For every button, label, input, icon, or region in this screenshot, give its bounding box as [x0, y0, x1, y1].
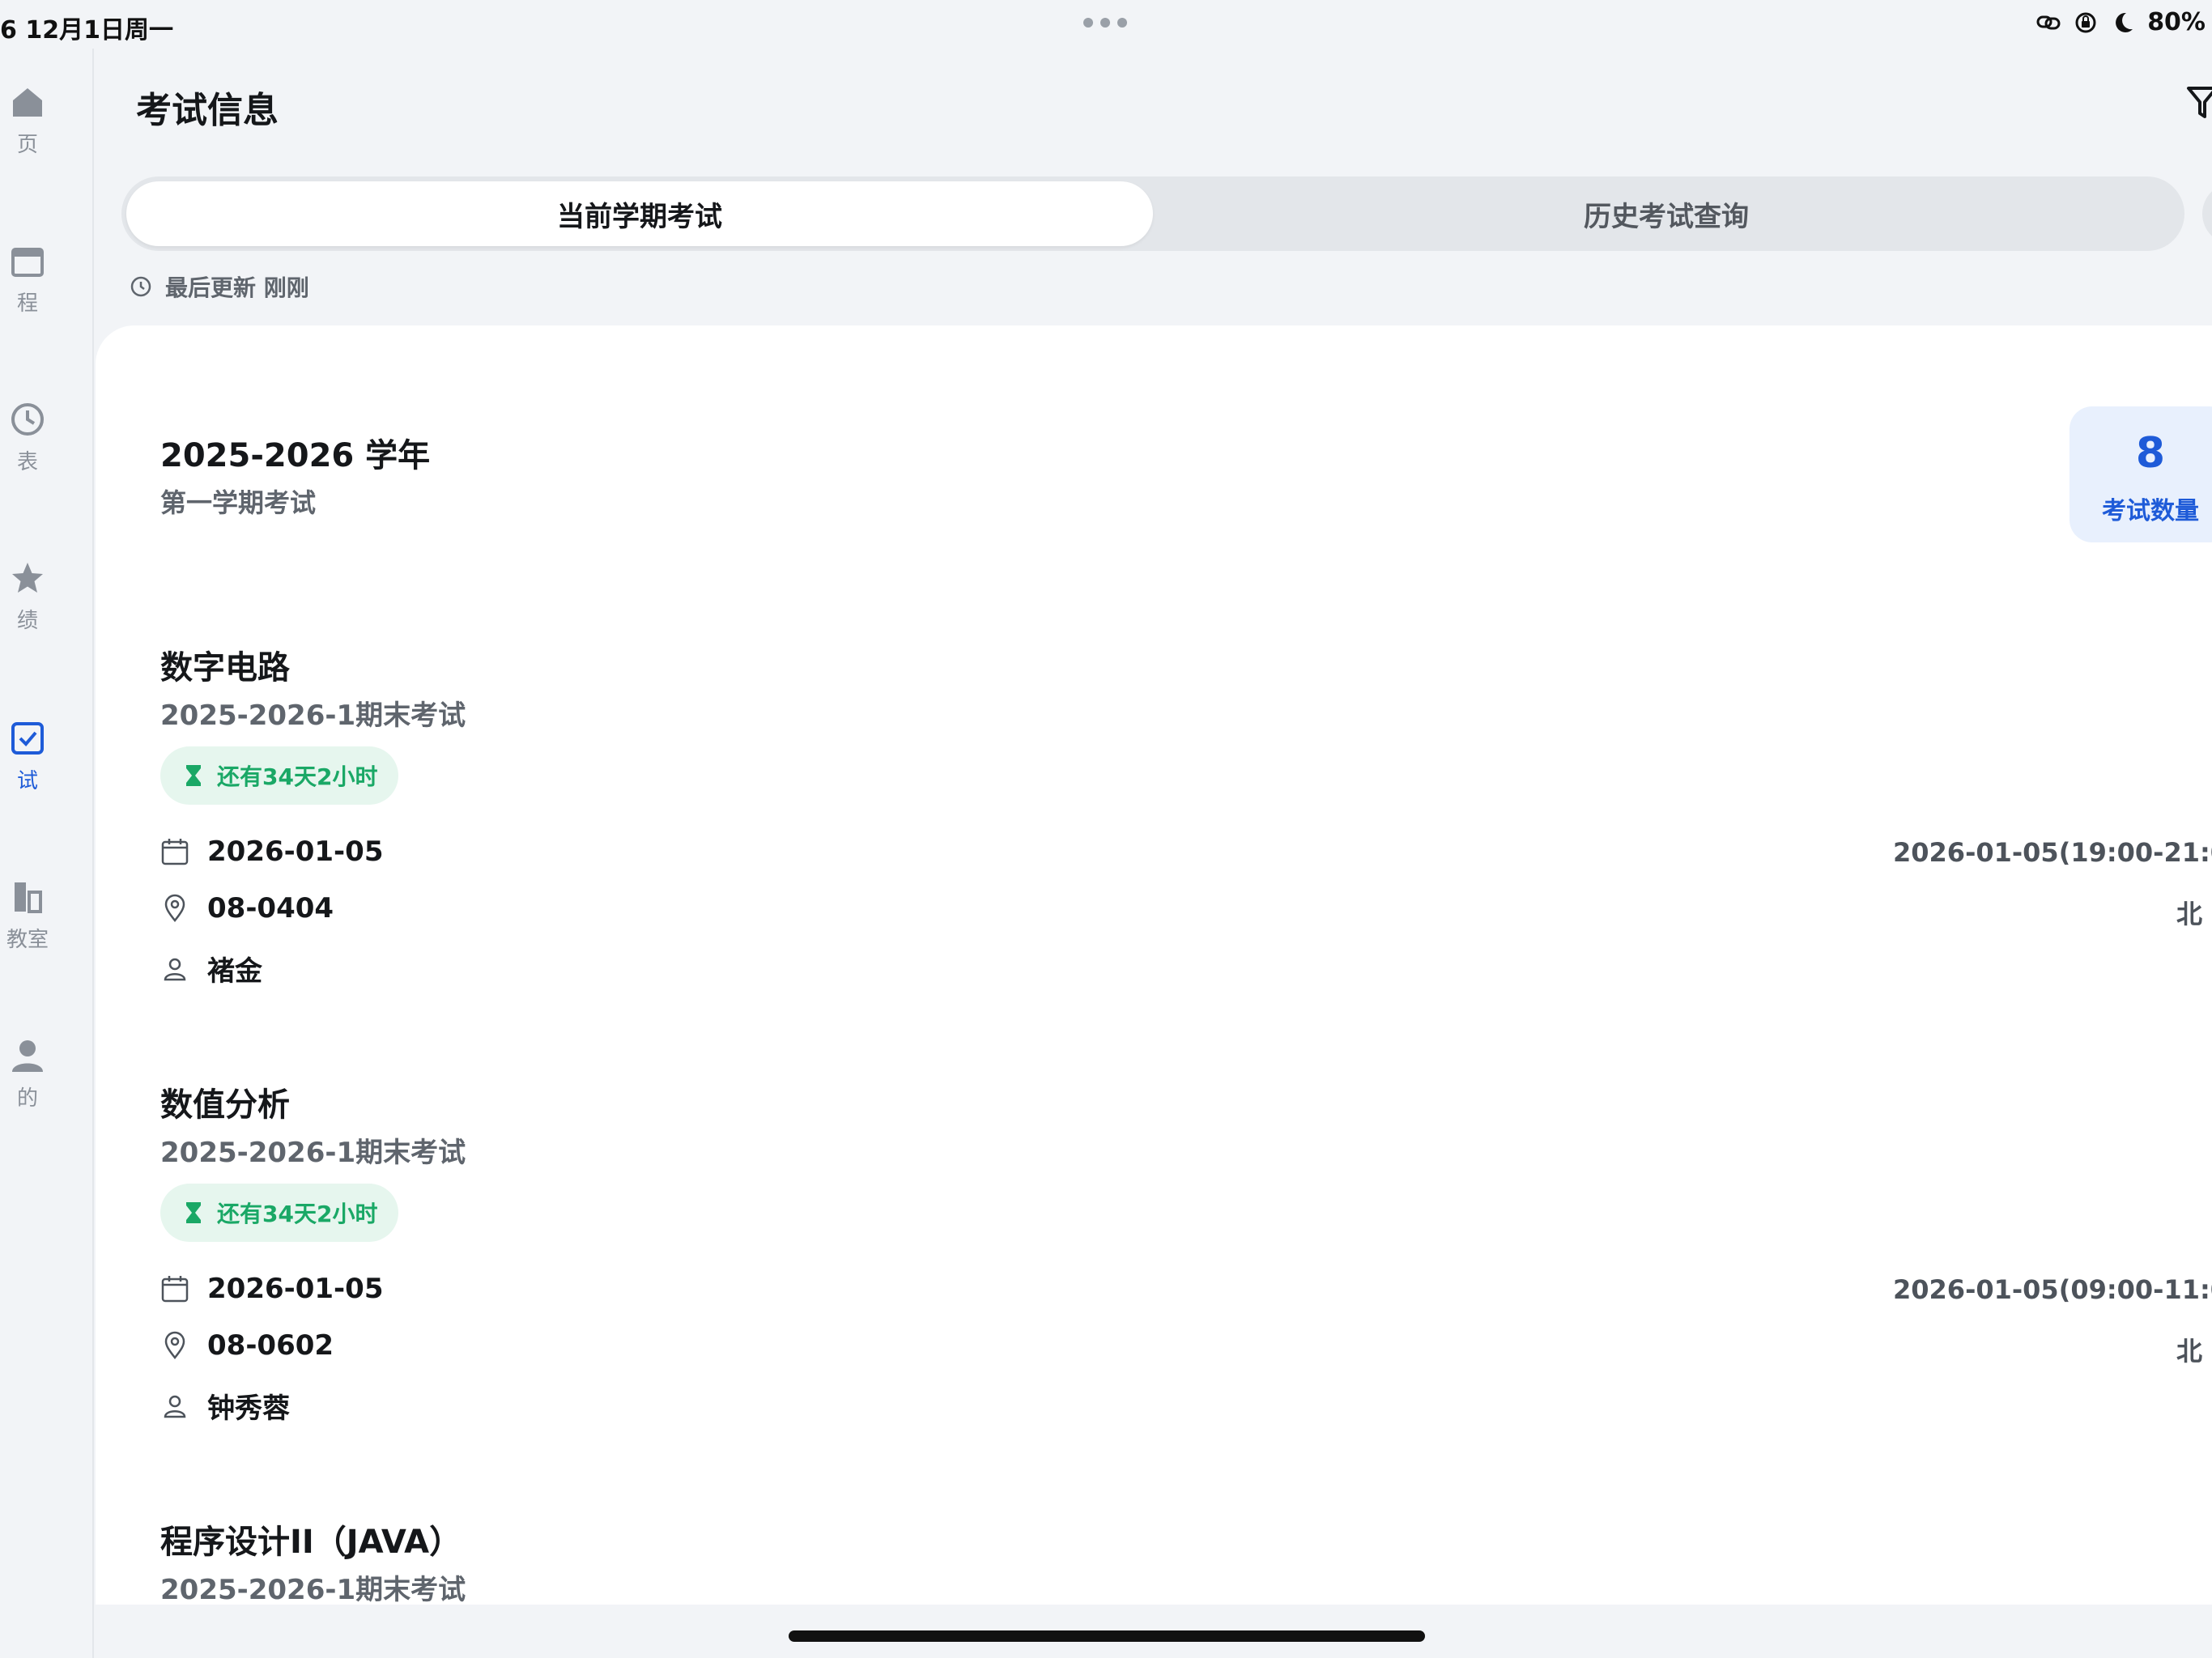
exam-campus: 北 [2176, 1336, 2203, 1367]
exam-type: 2025-2026-1期末考试 [160, 1574, 466, 1605]
clock-icon [130, 276, 151, 297]
multitasking-dots-icon[interactable] [1083, 18, 1127, 28]
hourglass-icon [186, 1202, 201, 1223]
sidebar-item-label: 的 [16, 1086, 38, 1111]
sidebar-item-profile[interactable]: 的 [0, 1038, 66, 1112]
page-title: 考试信息 [136, 90, 279, 131]
calendar-icon [11, 248, 44, 277]
exam-time-range: 2026-01-05(09:00-11:0 [1893, 1274, 2212, 1305]
term-subtitle: 第一学期考试 [160, 487, 317, 518]
sidebar-item-label: 教室 [6, 928, 49, 952]
exam-date: 2026-01-05 [207, 835, 384, 868]
filter-icon[interactable] [2186, 84, 2212, 120]
building-icon [15, 882, 42, 913]
person-icon [164, 1395, 186, 1418]
sidebar-item-timetable[interactable]: 表 [0, 402, 66, 475]
person-icon [164, 958, 186, 980]
countdown-text: 还有34天2小时 [217, 763, 378, 790]
sidebar-item-schedule[interactable]: 程 [0, 243, 66, 317]
hourglass-icon [186, 765, 201, 786]
sidebar-item-label: 页 [16, 133, 38, 157]
exam-date-row: 2026-01-05 [160, 1273, 383, 1305]
tab-overflow[interactable] [2202, 183, 2212, 244]
exam-item[interactable]: 程序设计II（JAVA） 2025-2026-1期末考试 [160, 1516, 2212, 1605]
moon-icon [2116, 12, 2133, 32]
exam-tabs: 当前学期考试 历史考试查询 [121, 176, 2184, 251]
status-time: 6 12月1日周一 [0, 16, 173, 45]
last-updated-text: 最后更新 刚刚 [165, 274, 309, 301]
exam-time-range: 2026-01-05(19:00-21:0 [1893, 837, 2212, 868]
exam-date-row: 2026-01-05 [160, 835, 383, 868]
location-pin-icon [164, 894, 185, 923]
exam-type: 2025-2026-1期末考试 [160, 699, 466, 732]
exam-item[interactable]: 数值分析 2025-2026-1期末考试 还有34天2小时 2026-01-05… [160, 1078, 2212, 1451]
tab-current-term[interactable]: 当前学期考试 [126, 181, 1153, 246]
sidebar-item-label: 程 [16, 291, 38, 316]
sidebar-item-grades[interactable]: 绩 [0, 560, 66, 634]
last-updated: 最后更新 刚刚 [130, 270, 309, 303]
link-icon [2036, 15, 2061, 29]
exam-name: 程序设计II（JAVA） [160, 1524, 462, 1561]
clock-icon [11, 403, 44, 436]
exam-campus: 北 [2176, 899, 2203, 929]
exam-teacher-row: 褚金 [160, 949, 262, 988]
tab-history[interactable]: 历史考试查询 [1153, 181, 2180, 246]
exam-room-row: 08-0602 [160, 1329, 334, 1362]
exam-teacher-row: 钟秀蓉 [160, 1386, 290, 1426]
exam-item[interactable]: 数字电路 2025-2026-1期末考试 还有34天2小时 2026-01-05… [160, 641, 2212, 1014]
calendar-icon [161, 839, 189, 865]
sidebar-item-exams[interactable]: 试 [0, 721, 66, 794]
countdown-badge: 还有34天2小时 [160, 1184, 399, 1242]
exam-room: 08-0602 [207, 1329, 334, 1362]
exam-room-row: 08-0404 [160, 892, 334, 925]
sidebar-item-home[interactable]: 页 [0, 84, 66, 158]
exam-count-label: 考试数量 [2102, 497, 2199, 525]
exam-name: 数字电路 [160, 649, 290, 687]
status-bar: 6 12月1日周一 80% [0, 0, 2212, 49]
academic-year: 2025-2026 学年 [160, 437, 431, 474]
exam-teacher: 褚金 [207, 955, 262, 988]
exam-count: 8 [2135, 429, 2166, 478]
sidebar-item-label: 表 [16, 450, 38, 474]
home-icon [13, 88, 42, 117]
calendar-icon [161, 1276, 189, 1303]
countdown-badge: 还有34天2小时 [160, 746, 399, 805]
countdown-text: 还有34天2小时 [217, 1201, 378, 1227]
lock-rotation-icon [2075, 12, 2096, 32]
exam-room: 08-0404 [207, 892, 334, 925]
home-indicator[interactable] [789, 1630, 1425, 1642]
sidebar-item-classroom[interactable]: 教室 [0, 879, 66, 953]
battery-level: 80% [2147, 8, 2206, 36]
status-right: 80% [2035, 8, 2206, 36]
sidebar: 页 程 表 绩 试 教室 的 [0, 49, 94, 1658]
location-pin-icon [164, 1331, 185, 1360]
exam-list-card: 2025-2026 学年 第一学期考试 8 考试数量 数字电路 2025-202… [96, 325, 2212, 1605]
star-icon [12, 563, 43, 593]
person-icon [12, 1040, 43, 1072]
exam-name: 数值分析 [160, 1086, 290, 1124]
exam-count-badge: 8 考试数量 [2069, 406, 2212, 542]
exam-check-icon [11, 722, 44, 755]
exam-teacher: 钟秀蓉 [207, 1392, 290, 1425]
exam-date: 2026-01-05 [207, 1273, 384, 1305]
sidebar-item-label: 试 [16, 769, 38, 793]
sidebar-item-label: 绩 [16, 609, 38, 633]
exam-type: 2025-2026-1期末考试 [160, 1137, 466, 1169]
